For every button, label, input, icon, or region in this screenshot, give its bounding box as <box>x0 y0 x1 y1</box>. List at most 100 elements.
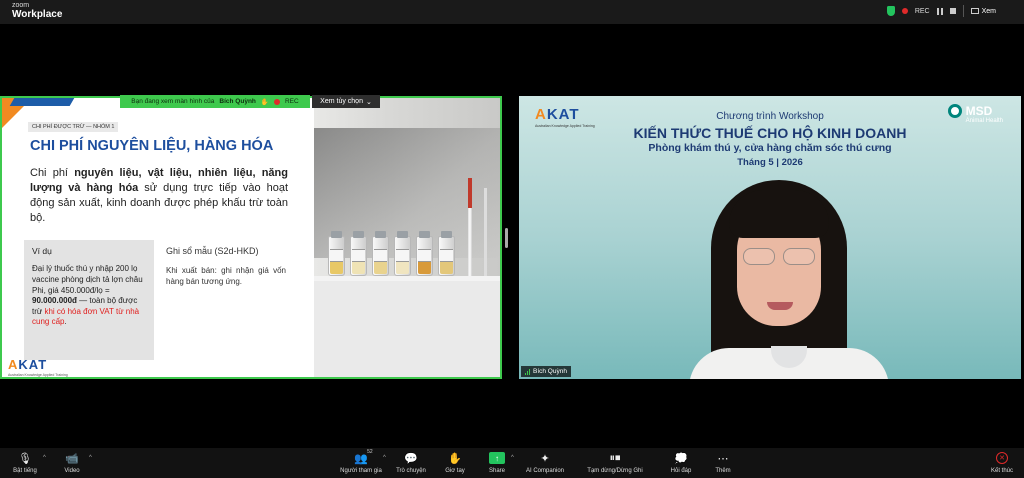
microphone-muted-icon: 🎙 <box>18 452 32 465</box>
banner-rec: REC <box>284 98 299 105</box>
slide-tag: CHI PHÍ ĐƯỢC TRỪ — NHÓM 1 <box>28 122 119 132</box>
pane-resize-handle[interactable] <box>505 228 508 248</box>
qa-label: Hỏi đáp <box>670 468 692 474</box>
qa-icon: 💭 <box>674 452 688 465</box>
slide-body: Chi phí nguyên liệu, vật liệu, nhiên liệ… <box>30 166 288 225</box>
example-box: Ví dụ Đại lý thuốc thú y nhập 200 lọ vac… <box>24 240 154 360</box>
participant-video-tile[interactable]: AKAT Australian Knowledge Applied Traini… <box>519 96 1021 379</box>
share-screen-icon: ↑ <box>489 452 505 464</box>
speaker-video <box>689 178 889 379</box>
pause-recording-icon[interactable] <box>936 7 943 15</box>
participant-name-tag: Bích Quỳnh <box>521 366 571 377</box>
speaker-bangs <box>729 190 829 238</box>
vial <box>416 231 433 276</box>
example-text-1: Đại lý thuốc thú y nhập 200 lọ vaccine p… <box>32 264 143 295</box>
table-front <box>314 281 500 377</box>
view-options-label: Xem tùy chọn <box>320 98 363 105</box>
stop-recording-icon[interactable] <box>949 8 956 14</box>
pause-stop-icon: ⏸⏹ <box>609 451 621 464</box>
example-text: Đại lý thuốc thú y nhập 200 lọ vaccine p… <box>32 264 146 328</box>
ledger-text: Khi xuất bán: ghi nhận giá vốn hàng bán … <box>166 266 286 286</box>
participant-name: Bích Quỳnh <box>533 368 567 375</box>
slide-title: CHI PHÍ NGUYÊN LIỆU, HÀNG HÓA <box>30 138 274 154</box>
video-options-chevron-icon[interactable]: ^ <box>89 455 92 461</box>
vial <box>328 231 345 276</box>
vial <box>372 231 389 276</box>
banner-prefix: Bạn đang xem màn hình của <box>131 98 215 105</box>
screen-share-banner: Bạn đang xem màn hình của Bích Quỳnh ✋ R… <box>120 95 310 108</box>
example-condition: khi có hóa đơn VAT từ nhà cung cấp <box>32 306 140 327</box>
recording-dot-icon <box>901 8 908 14</box>
akat-logo: AKAT Australian Knowledge Applied Traini… <box>8 356 68 377</box>
more-label: Thêm <box>715 468 731 474</box>
workshop-title: KIẾN THỨC THUẾ CHO HỘ KINH DOANH <box>633 125 907 141</box>
mute-label: Bật tiếng <box>13 468 37 474</box>
divider <box>962 5 964 17</box>
video-camera-icon: 📹 <box>65 452 79 465</box>
zoom-workplace-logo: zoom Workplace <box>12 2 62 20</box>
banner-user: Bích Quỳnh <box>219 98 256 105</box>
ai-companion-button[interactable]: ✦ AI Companion <box>515 450 575 475</box>
akat-wordmark: AKAT <box>8 357 47 372</box>
participants-icon: 👥 52 <box>354 449 373 465</box>
vial <box>394 231 411 276</box>
top-bar: zoom Workplace REC Xem <box>0 0 1024 24</box>
security-shield-icon[interactable] <box>886 6 895 16</box>
end-meeting-icon: ✕ <box>996 452 1008 464</box>
vaccine-vials-photo <box>314 98 500 377</box>
view-button[interactable]: Xem <box>970 7 996 15</box>
vial <box>438 231 455 276</box>
chevron-down-icon: ⌄ <box>365 98 372 106</box>
grid-view-icon <box>970 8 979 14</box>
workshop-subtitle: Phòng khám thú y, cửa hàng chăm sóc thú … <box>648 142 892 154</box>
speaker-mouth <box>767 302 793 310</box>
workshop-date: Tháng 5 | 2026 <box>737 157 803 168</box>
hand-icon: ✋ <box>260 98 269 106</box>
syringe-2 <box>484 188 487 276</box>
akat-logo-sub: Australian Knowledge Applied Training <box>8 373 68 377</box>
view-options-dropdown[interactable]: Xem tùy chọn ⌄ <box>312 95 380 108</box>
meeting-toolbar: 🎙 Bật tiếng ^ 📹 Video ^ 👥 52 Người tham g… <box>0 448 1024 478</box>
example-amount: 90.000.000đ <box>32 296 77 306</box>
body-text-1: Chi phí <box>30 167 75 179</box>
view-button-label: Xem <box>981 7 996 15</box>
ai-companion-label: AI Companion <box>525 468 565 474</box>
ai-sparkle-icon: ✦ <box>540 452 550 465</box>
example-title: Ví dụ <box>32 246 52 256</box>
ledger-title: Ghi sổ mẫu (S2d-HKD) <box>166 246 259 256</box>
share-icon-wrap: ↑ <box>489 450 505 466</box>
pause-stop-recording-button[interactable]: ⏸⏹ Tạm dừng/Dừng Ghi <box>585 450 645 475</box>
syringe <box>468 178 472 276</box>
end-meeting-button[interactable]: ✕ Kết thúc <box>972 450 1024 474</box>
rec-dot-icon <box>273 98 280 105</box>
top-bar-controls: REC Xem <box>886 5 996 17</box>
shared-screen[interactable]: CHI PHÍ ĐƯỢC TRỪ — NHÓM 1 CHI PHÍ NGUYÊN… <box>0 96 502 379</box>
pause-stop-label: Tạm dừng/Dừng Ghi <box>587 468 643 474</box>
end-icon-wrap: ✕ <box>996 450 1008 466</box>
syringe-plunger <box>468 178 472 208</box>
logo-small: zoom <box>12 2 30 9</box>
chat-label: Trò chuyện <box>396 468 426 474</box>
video-button[interactable]: 📹 Video <box>42 450 102 475</box>
more-icon: ⋯ <box>717 452 729 465</box>
participants-label: Người tham gia <box>340 468 382 474</box>
blue-corner-decoration <box>9 98 75 106</box>
share-options-chevron-icon[interactable]: ^ <box>511 455 514 461</box>
chat-icon: 💬 <box>404 452 418 465</box>
vial <box>350 231 367 276</box>
speaker-glasses <box>743 248 817 266</box>
participants-count: 52 <box>367 449 373 455</box>
signal-bars-icon <box>525 368 530 375</box>
more-button[interactable]: ⋯ Thêm <box>693 450 753 475</box>
akat-logo-rest: KAT <box>18 357 48 372</box>
slide: CHI PHÍ ĐƯỢC TRỪ — NHÓM 1 CHI PHÍ NGUYÊN… <box>2 98 314 377</box>
akat-logo-a: A <box>8 357 19 372</box>
rec-label: REC <box>914 7 930 15</box>
workshop-label: Chương trình Workshop <box>716 111 824 122</box>
raise-hand-label: Giơ tay <box>445 468 465 474</box>
logo-name: Workplace <box>12 9 63 20</box>
example-end: . <box>64 317 67 327</box>
share-label: Share <box>488 468 505 474</box>
raise-hand-icon: ✋ <box>448 452 462 465</box>
end-label: Kết thúc <box>990 468 1013 474</box>
